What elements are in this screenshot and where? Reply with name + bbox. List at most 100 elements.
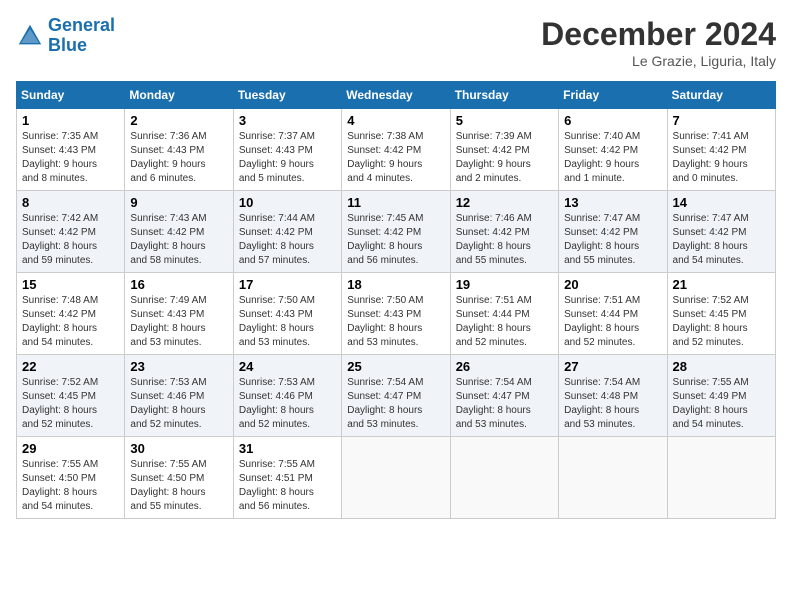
day-number: 19 bbox=[456, 277, 553, 292]
day-info: Sunrise: 7:55 AM Sunset: 4:50 PM Dayligh… bbox=[130, 458, 227, 514]
calendar-day-24: 24 Sunrise: 7:53 AM Sunset: 4:46 PM Dayli… bbox=[233, 355, 341, 437]
calendar-day-13: 13Sunrise: 7:47 AM Sunset: 4:42 PM Dayli… bbox=[559, 191, 667, 273]
col-header-thursday: Thursday bbox=[450, 82, 558, 109]
day-info: Sunrise: 7:39 AM Sunset: 4:42 PM Dayligh… bbox=[456, 130, 553, 186]
calendar-day-30: 30 Sunrise: 7:55 AM Sunset: 4:50 PM Dayli… bbox=[125, 437, 233, 519]
calendar-day-1: 1 Sunrise: 7:35 AM Sunset: 4:43 PM Daylig… bbox=[17, 109, 125, 191]
day-info: Sunrise: 7:54 AM Sunset: 4:47 PM Dayligh… bbox=[456, 376, 553, 432]
calendar-day-16: 16 Sunrise: 7:49 AM Sunset: 4:43 PM Dayli… bbox=[125, 273, 233, 355]
day-number: 6 bbox=[564, 113, 661, 128]
calendar-week-4: 22Sunrise: 7:52 AM Sunset: 4:45 PM Dayli… bbox=[17, 355, 776, 437]
calendar-table: SundayMondayTuesdayWednesdayThursdayFrid… bbox=[16, 81, 776, 519]
day-number: 20 bbox=[564, 277, 661, 292]
day-info: Sunrise: 7:52 AM Sunset: 4:45 PM Dayligh… bbox=[22, 376, 119, 432]
day-number: 12 bbox=[456, 195, 553, 210]
calendar-day-6: 6 Sunrise: 7:40 AM Sunset: 4:42 PM Daylig… bbox=[559, 109, 667, 191]
page-header: General Blue December 2024 Le Grazie, Li… bbox=[16, 16, 776, 69]
day-info: Sunrise: 7:40 AM Sunset: 4:42 PM Dayligh… bbox=[564, 130, 661, 186]
day-number: 1 bbox=[22, 113, 119, 128]
day-number: 15 bbox=[22, 277, 119, 292]
day-info: Sunrise: 7:51 AM Sunset: 4:44 PM Dayligh… bbox=[456, 294, 553, 350]
day-info: Sunrise: 7:35 AM Sunset: 4:43 PM Dayligh… bbox=[22, 130, 119, 186]
day-number: 21 bbox=[673, 277, 770, 292]
calendar-day-5: 5 Sunrise: 7:39 AM Sunset: 4:42 PM Daylig… bbox=[450, 109, 558, 191]
day-number: 27 bbox=[564, 359, 661, 374]
calendar-day-8: 8 Sunrise: 7:42 AM Sunset: 4:42 PM Daylig… bbox=[17, 191, 125, 273]
day-info: Sunrise: 7:54 AM Sunset: 4:47 PM Dayligh… bbox=[347, 376, 444, 432]
day-number: 4 bbox=[347, 113, 444, 128]
day-info: Sunrise: 7:45 AM Sunset: 4:42 PM Dayligh… bbox=[347, 212, 444, 268]
day-number: 16 bbox=[130, 277, 227, 292]
day-info: Sunrise: 7:54 AM Sunset: 4:48 PM Dayligh… bbox=[564, 376, 661, 432]
day-number: 28 bbox=[673, 359, 770, 374]
day-info: Sunrise: 7:36 AM Sunset: 4:43 PM Dayligh… bbox=[130, 130, 227, 186]
col-header-tuesday: Tuesday bbox=[233, 82, 341, 109]
calendar-week-1: 1 Sunrise: 7:35 AM Sunset: 4:43 PM Daylig… bbox=[17, 109, 776, 191]
day-number: 9 bbox=[130, 195, 227, 210]
day-number: 13 bbox=[564, 195, 661, 210]
logo: General Blue bbox=[16, 16, 115, 56]
calendar-day-20: 20Sunrise: 7:51 AM Sunset: 4:44 PM Dayli… bbox=[559, 273, 667, 355]
calendar-day-21: 21 Sunrise: 7:52 AM Sunset: 4:45 PM Dayli… bbox=[667, 273, 775, 355]
calendar-week-5: 29 Sunrise: 7:55 AM Sunset: 4:50 PM Dayli… bbox=[17, 437, 776, 519]
day-number: 25 bbox=[347, 359, 444, 374]
calendar-day-22: 22Sunrise: 7:52 AM Sunset: 4:45 PM Dayli… bbox=[17, 355, 125, 437]
day-number: 5 bbox=[456, 113, 553, 128]
day-info: Sunrise: 7:55 AM Sunset: 4:51 PM Dayligh… bbox=[239, 458, 336, 514]
day-info: Sunrise: 7:53 AM Sunset: 4:46 PM Dayligh… bbox=[239, 376, 336, 432]
day-info: Sunrise: 7:46 AM Sunset: 4:42 PM Dayligh… bbox=[456, 212, 553, 268]
calendar-day-14: 14 Sunrise: 7:47 AM Sunset: 4:42 PM Dayli… bbox=[667, 191, 775, 273]
logo-text: General Blue bbox=[48, 16, 115, 56]
day-number: 29 bbox=[22, 441, 119, 456]
calendar-day-empty bbox=[450, 437, 558, 519]
calendar-day-empty bbox=[342, 437, 450, 519]
day-info: Sunrise: 7:49 AM Sunset: 4:43 PM Dayligh… bbox=[130, 294, 227, 350]
day-number: 7 bbox=[673, 113, 770, 128]
col-header-sunday: Sunday bbox=[17, 82, 125, 109]
day-info: Sunrise: 7:53 AM Sunset: 4:46 PM Dayligh… bbox=[130, 376, 227, 432]
day-number: 8 bbox=[22, 195, 119, 210]
day-number: 31 bbox=[239, 441, 336, 456]
calendar-day-27: 27 Sunrise: 7:54 AM Sunset: 4:48 PM Dayli… bbox=[559, 355, 667, 437]
day-info: Sunrise: 7:42 AM Sunset: 4:42 PM Dayligh… bbox=[22, 212, 119, 268]
day-info: Sunrise: 7:55 AM Sunset: 4:49 PM Dayligh… bbox=[673, 376, 770, 432]
calendar-day-4: 4Sunrise: 7:38 AM Sunset: 4:42 PM Daylig… bbox=[342, 109, 450, 191]
col-header-saturday: Saturday bbox=[667, 82, 775, 109]
calendar-week-3: 15 Sunrise: 7:48 AM Sunset: 4:42 PM Dayli… bbox=[17, 273, 776, 355]
calendar-day-12: 12 Sunrise: 7:46 AM Sunset: 4:42 PM Dayli… bbox=[450, 191, 558, 273]
day-info: Sunrise: 7:43 AM Sunset: 4:42 PM Dayligh… bbox=[130, 212, 227, 268]
location: Le Grazie, Liguria, Italy bbox=[541, 53, 776, 69]
calendar-day-29: 29 Sunrise: 7:55 AM Sunset: 4:50 PM Dayli… bbox=[17, 437, 125, 519]
day-number: 24 bbox=[239, 359, 336, 374]
logo-icon bbox=[16, 22, 44, 50]
day-number: 11 bbox=[347, 195, 444, 210]
day-info: Sunrise: 7:50 AM Sunset: 4:43 PM Dayligh… bbox=[347, 294, 444, 350]
day-number: 3 bbox=[239, 113, 336, 128]
calendar-day-empty bbox=[667, 437, 775, 519]
day-info: Sunrise: 7:52 AM Sunset: 4:45 PM Dayligh… bbox=[673, 294, 770, 350]
calendar-day-23: 23 Sunrise: 7:53 AM Sunset: 4:46 PM Dayli… bbox=[125, 355, 233, 437]
calendar-day-2: 2Sunrise: 7:36 AM Sunset: 4:43 PM Daylig… bbox=[125, 109, 233, 191]
day-number: 26 bbox=[456, 359, 553, 374]
day-info: Sunrise: 7:41 AM Sunset: 4:42 PM Dayligh… bbox=[673, 130, 770, 186]
calendar-day-18: 18 Sunrise: 7:50 AM Sunset: 4:43 PM Dayli… bbox=[342, 273, 450, 355]
calendar-day-17: 17Sunrise: 7:50 AM Sunset: 4:43 PM Dayli… bbox=[233, 273, 341, 355]
calendar-day-15: 15 Sunrise: 7:48 AM Sunset: 4:42 PM Dayli… bbox=[17, 273, 125, 355]
day-number: 30 bbox=[130, 441, 227, 456]
day-number: 23 bbox=[130, 359, 227, 374]
day-info: Sunrise: 7:44 AM Sunset: 4:42 PM Dayligh… bbox=[239, 212, 336, 268]
calendar-day-9: 9 Sunrise: 7:43 AM Sunset: 4:42 PM Daylig… bbox=[125, 191, 233, 273]
day-info: Sunrise: 7:55 AM Sunset: 4:50 PM Dayligh… bbox=[22, 458, 119, 514]
day-info: Sunrise: 7:47 AM Sunset: 4:42 PM Dayligh… bbox=[673, 212, 770, 268]
day-info: Sunrise: 7:48 AM Sunset: 4:42 PM Dayligh… bbox=[22, 294, 119, 350]
col-header-monday: Monday bbox=[125, 82, 233, 109]
calendar-day-3: 3 Sunrise: 7:37 AM Sunset: 4:43 PM Daylig… bbox=[233, 109, 341, 191]
day-number: 14 bbox=[673, 195, 770, 210]
day-info: Sunrise: 7:50 AM Sunset: 4:43 PM Dayligh… bbox=[239, 294, 336, 350]
calendar-day-31: 31 Sunrise: 7:55 AM Sunset: 4:51 PM Dayli… bbox=[233, 437, 341, 519]
calendar-day-empty bbox=[559, 437, 667, 519]
day-number: 18 bbox=[347, 277, 444, 292]
title-block: December 2024 Le Grazie, Liguria, Italy bbox=[541, 16, 776, 69]
calendar-day-28: 28 Sunrise: 7:55 AM Sunset: 4:49 PM Dayli… bbox=[667, 355, 775, 437]
day-info: Sunrise: 7:37 AM Sunset: 4:43 PM Dayligh… bbox=[239, 130, 336, 186]
